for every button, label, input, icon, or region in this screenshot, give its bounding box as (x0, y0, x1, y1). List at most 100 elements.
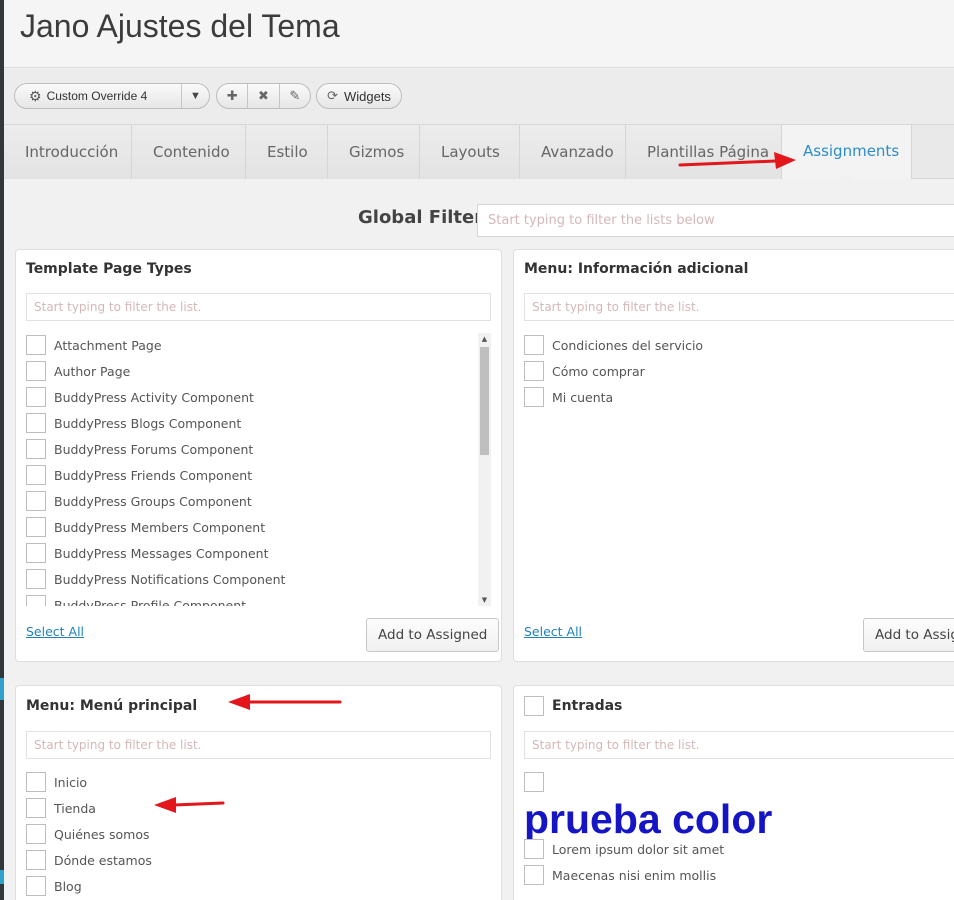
tab-assignments[interactable]: Assignments (782, 125, 912, 180)
list-item[interactable]: BuddyPress Notifications Component (26, 566, 476, 592)
override-selector[interactable]: ⚙ Custom Override 4 ▼ (14, 83, 210, 109)
list-item[interactable]: BuddyPress Friends Component (26, 462, 476, 488)
tab-gizmos[interactable]: Gizmos (328, 125, 420, 179)
chevron-down-icon[interactable]: ▼ (181, 84, 209, 108)
entradas-header: Entradas (524, 696, 622, 716)
list-item[interactable]: BuddyPress Groups Component (26, 488, 476, 514)
list-item[interactable]: Author Page (26, 358, 476, 384)
panel-title: Menu: Información adicional (524, 261, 749, 277)
global-filter-input[interactable] (477, 204, 954, 237)
checkbox[interactable] (524, 361, 544, 381)
gear-icon: ⚙ (29, 87, 42, 104)
checkbox[interactable] (26, 465, 46, 485)
select-all-link[interactable]: Select All (524, 624, 582, 639)
add-to-assigned-button[interactable]: Add to Assigned (366, 618, 500, 652)
tab-layouts[interactable]: Layouts (420, 125, 520, 179)
panel-menu-informacion: Menu: Información adicional Condiciones … (513, 249, 954, 662)
title-bar: Jano Ajustes del Tema (4, 0, 954, 68)
list-item[interactable]: BuddyPress Members Component (26, 514, 476, 540)
entradas-filter-input[interactable] (524, 731, 954, 759)
tab-avanzado[interactable]: Avanzado (520, 125, 626, 179)
menu-info-filter-input[interactable] (524, 293, 954, 321)
list-item[interactable]: Attachment Page (26, 332, 476, 358)
panel-entradas: Entradas prueba color Lorem ipsum dolor … (513, 685, 954, 900)
select-all-link[interactable]: Select All (26, 624, 84, 639)
panel-title: Menu: Menú principal (26, 698, 198, 714)
list-scrollbar[interactable]: ▲ ▼ (478, 333, 491, 606)
panel-menu-principal: Menu: Menú principal Inicio Tienda Quién… (15, 685, 502, 900)
checkbox[interactable] (524, 387, 544, 407)
toolbar: ⚙ Custom Override 4 ▼ ✚ ✖ ✎ ⟳ Widgets (4, 69, 954, 125)
checkbox[interactable] (26, 595, 46, 606)
override-actions: ✚ ✖ ✎ (216, 83, 311, 109)
panel-title: Entradas (552, 698, 623, 714)
add-to-assigned-button[interactable]: Add to Assigned (863, 618, 954, 652)
checkbox[interactable] (26, 361, 46, 381)
template-list: Attachment Page Author Page BuddyPress A… (26, 332, 476, 606)
sidebar-marker (0, 678, 4, 700)
checkbox[interactable] (26, 824, 46, 844)
list-item[interactable]: Tienda (26, 795, 152, 821)
scroll-up-icon[interactable]: ▲ (478, 333, 491, 345)
entradas-list-first (524, 769, 552, 795)
delete-icon[interactable]: ✖ (248, 84, 280, 108)
list-item[interactable]: Lorem ipsum dolor sit amet (524, 836, 724, 862)
widgets-label: Widgets (343, 88, 391, 104)
checkbox[interactable] (26, 850, 46, 870)
list-item[interactable]: Maecenas nisi enim mollis (524, 862, 724, 888)
tab-contenido[interactable]: Contenido (132, 125, 246, 179)
annotation-arrow-icon (154, 797, 225, 813)
refresh-icon: ⟳ (327, 88, 338, 103)
page-title: Jano Ajustes del Tema (20, 8, 340, 44)
panel-template-page-types: Template Page Types Attachment Page Auth… (15, 249, 502, 662)
list-item[interactable] (524, 769, 552, 795)
checkbox[interactable] (524, 839, 544, 859)
global-filter-label: Global Filter (358, 207, 484, 228)
scroll-down-icon[interactable]: ▼ (478, 594, 491, 606)
scroll-thumb[interactable] (480, 347, 489, 455)
list-item[interactable]: BuddyPress Blogs Component (26, 410, 476, 436)
list-item[interactable]: BuddyPress Messages Component (26, 540, 476, 566)
override-label: Custom Override 4 (46, 89, 148, 103)
list-item[interactable]: BuddyPress Forums Component (26, 436, 476, 462)
checkbox[interactable] (26, 413, 46, 433)
panel-title: Template Page Types (26, 261, 192, 277)
checkbox[interactable] (26, 517, 46, 537)
add-icon[interactable]: ✚ (217, 84, 249, 108)
list-item[interactable]: Dónde estamos (26, 847, 152, 873)
template-filter-input[interactable] (26, 293, 491, 321)
select-all-checkbox[interactable] (524, 696, 544, 716)
widgets-button[interactable]: ⟳ Widgets (316, 83, 402, 109)
list-item[interactable]: BuddyPress Profile Component (26, 592, 476, 606)
list-item[interactable]: Blog (26, 873, 152, 899)
list-item[interactable]: Inicio (26, 769, 152, 795)
menu-principal-list: Inicio Tienda Quiénes somos Dónde estamo… (26, 769, 152, 899)
checkbox[interactable] (26, 772, 46, 792)
annotation-arrow-icon (678, 152, 796, 169)
checkbox[interactable] (26, 543, 46, 563)
list-item[interactable]: Mi cuenta (524, 384, 703, 410)
menu-principal-filter-input[interactable] (26, 731, 491, 759)
list-item[interactable]: BuddyPress Activity Component (26, 384, 476, 410)
checkbox[interactable] (26, 569, 46, 589)
checkbox[interactable] (26, 876, 46, 896)
list-item[interactable]: Quiénes somos (26, 821, 152, 847)
annotation-arrow-icon (228, 694, 342, 710)
checkbox[interactable] (524, 335, 544, 355)
sidebar-marker (0, 870, 4, 884)
checkbox[interactable] (26, 491, 46, 511)
entradas-list: Lorem ipsum dolor sit amet Maecenas nisi… (524, 836, 724, 888)
tab-introduccion[interactable]: Introducción (4, 125, 132, 179)
edit-icon[interactable]: ✎ (280, 84, 310, 108)
checkbox[interactable] (26, 335, 46, 355)
tab-estilo[interactable]: Estilo (246, 125, 328, 179)
list-item[interactable]: Cómo comprar (524, 358, 703, 384)
checkbox[interactable] (524, 772, 544, 792)
checkbox[interactable] (26, 439, 46, 459)
checkbox[interactable] (26, 387, 46, 407)
tab-bar: Introducción Contenido Estilo Gizmos Lay… (4, 125, 954, 180)
checkbox[interactable] (26, 798, 46, 818)
list-item[interactable]: Condiciones del servicio (524, 332, 703, 358)
checkbox[interactable] (524, 865, 544, 885)
menu-info-list: Condiciones del servicio Cómo comprar Mi… (524, 332, 703, 410)
